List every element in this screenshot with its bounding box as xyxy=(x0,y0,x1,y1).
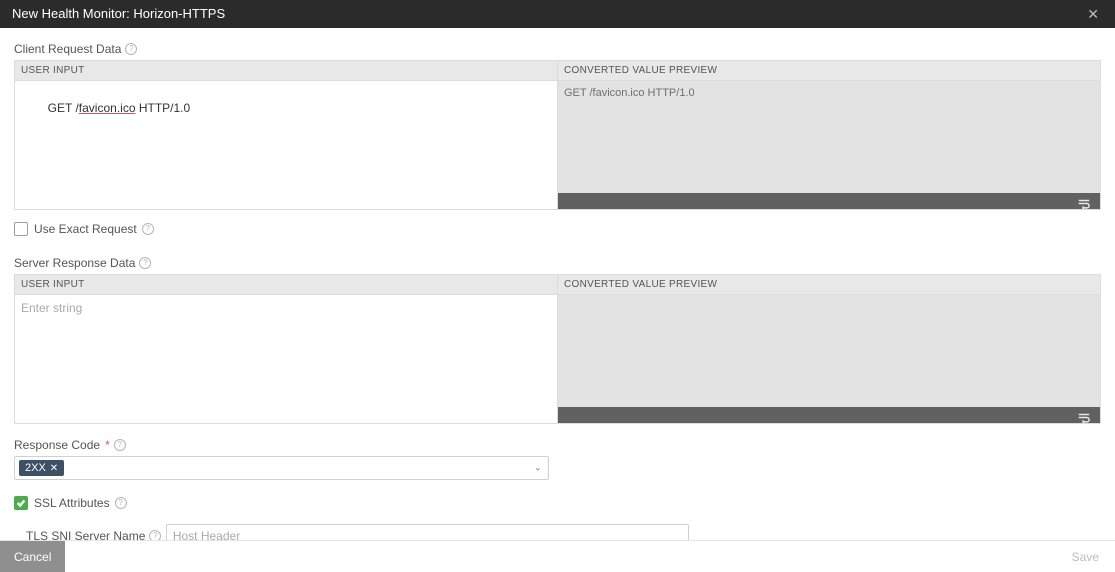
required-asterisk: * xyxy=(105,438,110,452)
ssl-attributes-label: SSL Attributes xyxy=(34,496,110,510)
tls-sni-block: TLS SNI Server Name ? xyxy=(26,524,1101,540)
server-response-label-text: Server Response Data xyxy=(14,256,135,270)
response-code-label-text: Response Code xyxy=(14,438,100,452)
response-code-label: Response Code * ? xyxy=(14,438,126,452)
ssl-attributes-row: SSL Attributes ? xyxy=(14,496,1101,510)
save-button[interactable]: Save xyxy=(1056,541,1115,572)
response-code-select[interactable]: 2XX ✕ ⌄ xyxy=(14,456,549,480)
help-icon[interactable]: ? xyxy=(115,497,127,509)
server-response-preview-footer xyxy=(558,407,1100,423)
response-code-pill-text: 2XX xyxy=(25,462,46,474)
server-response-input-col: USER INPUT Enter string xyxy=(15,275,557,423)
user-input-header: USER INPUT xyxy=(15,275,557,295)
server-response-label: Server Response Data ? xyxy=(14,256,151,270)
wrap-icon[interactable] xyxy=(1078,410,1092,420)
server-response-pair: USER INPUT Enter string CONVERTED VALUE … xyxy=(14,274,1101,424)
response-code-pill: 2XX ✕ xyxy=(19,460,64,476)
use-exact-request-label: Use Exact Request xyxy=(34,222,137,236)
ssl-attributes-checkbox[interactable] xyxy=(14,496,28,510)
help-icon[interactable]: ? xyxy=(114,439,126,451)
preview-header: CONVERTED VALUE PREVIEW xyxy=(558,61,1100,81)
preview-header: CONVERTED VALUE PREVIEW xyxy=(558,275,1100,295)
server-response-preview xyxy=(558,295,1100,407)
footer: Cancel Save xyxy=(0,540,1115,572)
client-request-preview-footer xyxy=(558,193,1100,209)
chevron-down-icon: ⌄ xyxy=(534,463,542,474)
client-request-input[interactable]: GET /favicon.ico HTTP/1.0 xyxy=(15,81,557,209)
titlebar-title: New Health Monitor: Horizon-HTTPS xyxy=(12,0,1083,28)
client-request-underlined: favicon.ico xyxy=(79,101,136,115)
client-request-preview: GET /favicon.ico HTTP/1.0 xyxy=(558,81,1100,193)
titlebar: New Health Monitor: Horizon-HTTPS ✕ xyxy=(0,0,1115,28)
client-request-preview-col: CONVERTED VALUE PREVIEW GET /favicon.ico… xyxy=(557,61,1100,209)
wrap-icon[interactable] xyxy=(1078,196,1092,206)
help-icon[interactable]: ? xyxy=(149,530,161,540)
cancel-button[interactable]: Cancel xyxy=(0,541,65,572)
client-request-pair: USER INPUT GET /favicon.ico HTTP/1.0 CON… xyxy=(14,60,1101,210)
client-request-label: Client Request Data ? xyxy=(14,42,137,56)
content-scroll[interactable]: Client Request Data ? USER INPUT GET /fa… xyxy=(0,28,1115,540)
client-request-label-text: Client Request Data xyxy=(14,42,121,56)
help-icon[interactable]: ? xyxy=(125,43,137,55)
use-exact-request-checkbox[interactable] xyxy=(14,222,28,236)
help-icon[interactable]: ? xyxy=(139,257,151,269)
client-request-prefix: GET / xyxy=(48,101,79,115)
tls-sni-input[interactable] xyxy=(166,524,689,540)
client-request-suffix: HTTP/1.0 xyxy=(136,101,191,115)
tls-sni-label-text: TLS SNI Server Name xyxy=(26,529,145,540)
close-icon[interactable]: ✕ xyxy=(1083,0,1103,28)
help-icon[interactable]: ? xyxy=(142,223,154,235)
client-request-input-col: USER INPUT GET /favicon.ico HTTP/1.0 xyxy=(15,61,557,209)
footer-spacer xyxy=(65,541,1055,572)
pill-remove-icon[interactable]: ✕ xyxy=(50,463,58,474)
user-input-header: USER INPUT xyxy=(15,61,557,81)
use-exact-request-row: Use Exact Request ? xyxy=(14,222,1101,236)
tls-sni-label: TLS SNI Server Name ? xyxy=(26,529,161,540)
server-response-preview-col: CONVERTED VALUE PREVIEW xyxy=(557,275,1100,423)
server-response-input[interactable]: Enter string xyxy=(15,295,557,423)
